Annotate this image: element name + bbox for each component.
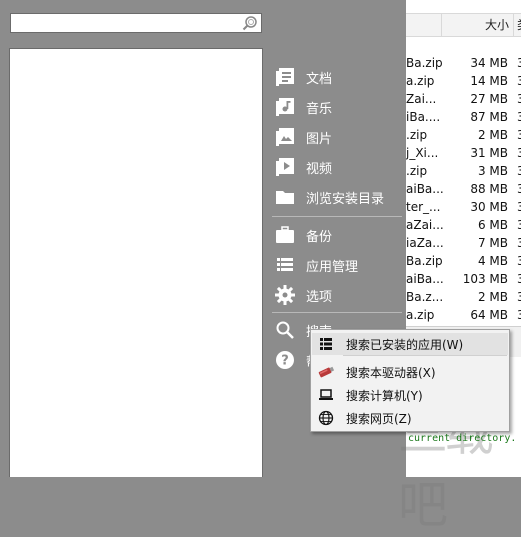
menu-label-videos: 视频 [306,161,333,177]
pictures-icon [273,125,297,149]
ctx-label: 搜索本驱动器(X) [346,365,436,380]
ctx-divider [343,355,507,356]
table-row[interactable]: aiBa... 88 MB 3 [406,182,521,200]
briefcase-icon [273,223,297,247]
column-header-type[interactable]: 类 [514,14,521,36]
search-box[interactable] [10,13,262,33]
table-row[interactable]: Zai... 27 MB 3 [406,92,521,110]
table-row[interactable]: iBa.... 87 MB 3 [406,110,521,128]
file-size: 7 MB [477,236,508,250]
menu-item-videos[interactable]: 视频 [270,153,404,181]
table-row[interactable]: iaZa... 7 MB 3 [406,236,521,254]
menu-label-music: 音乐 [306,101,333,117]
table-row[interactable]: ter_... 30 MB 3 [406,200,521,218]
file-size: 34 MB [470,56,508,70]
file-size: 2 MB [477,128,508,142]
file-size: 27 MB [470,92,508,106]
table-row[interactable]: a.zip 14 MB 3 [406,74,521,92]
list-icon [315,337,337,351]
menu-item-app-manager[interactable]: 应用管理 [270,251,404,279]
file-size: 30 MB [470,200,508,214]
laptop-icon [315,388,337,402]
column-header-size[interactable]: 大小 [442,14,514,36]
table-row[interactable]: Ba.z... 2 MB 3 [406,290,521,308]
videos-icon [273,155,297,179]
file-type: 3 [517,290,521,304]
file-type: 3 [517,218,521,232]
file-type: 3 [517,56,521,70]
globe-icon [315,410,337,426]
menu-item-browse-install-dir[interactable]: 浏览安装目录 [270,183,404,211]
file-size: 87 MB [470,110,508,124]
file-size: 88 MB [470,182,508,196]
file-type: 3 [517,92,521,106]
file-type: 3 [517,236,521,250]
gear-icon [273,283,297,307]
search-input[interactable] [14,15,234,31]
search-context-menu: 搜索已安装的应用(W) 搜索本驱动器(X) 搜索计算机(Y) 搜索网页(Z) [310,329,510,432]
table-row[interactable]: aiBa... 103 MB 3 [406,272,521,290]
ctx-item-search-computer[interactable]: 搜索计算机(Y) [312,384,508,406]
menu-item-backup[interactable]: 备份 [270,221,404,249]
file-type: 3 [517,164,521,178]
menu-label-app-manager: 应用管理 [306,259,359,275]
menu-item-documents[interactable]: 文档 [270,63,404,91]
music-icon [273,95,297,119]
file-list-header: 大小 类 [406,13,521,37]
folder-icon [273,185,297,209]
table-row[interactable]: .zip 2 MB 3 [406,128,521,146]
table-row[interactable]: aZai... 6 MB 3 [406,218,521,236]
menu-label-browse-install-dir: 浏览安装目录 [306,191,385,207]
file-size: 4 MB [477,254,508,268]
file-size: 6 MB [477,218,508,232]
menu-label-documents: 文档 [306,71,333,87]
magnifier-icon [273,318,297,342]
file-size: 2 MB [477,290,508,304]
folder-tree-pane[interactable] [9,48,263,477]
terminal-output: current directory. [408,433,517,444]
menu-item-pictures[interactable]: 图片 [270,123,404,151]
table-row[interactable]: j_Xi... 31 MB 3 [406,146,521,164]
table-row[interactable]: Ba.zip 4 MB 3 [406,254,521,272]
ctx-label: 搜索计算机(Y) [346,388,423,403]
menu-divider [272,216,402,217]
search-icon[interactable] [242,15,258,31]
table-row[interactable]: .zip 3 MB 3 [406,164,521,182]
menu-label-pictures: 图片 [306,131,333,147]
file-type: 3 [517,110,521,124]
table-row[interactable]: a.zip 64 MB 3 [406,308,521,326]
file-type: 3 [517,128,521,142]
file-type: 3 [517,308,521,322]
help-icon: ? [273,348,297,372]
file-type: 3 [517,200,521,214]
file-size: 64 MB [470,308,508,322]
file-size: 14 MB [470,74,508,88]
ctx-item-search-web[interactable]: 搜索网页(Z) [312,407,508,429]
ctx-item-search-installed-apps[interactable]: 搜索已安装的应用(W) [312,333,508,355]
documents-icon [273,65,297,89]
menu-label-options: 选项 [306,289,333,305]
menu-divider-2 [272,312,402,313]
file-type: 3 [517,146,521,160]
table-row[interactable]: Ba.zip 34 MB 3 [406,56,521,74]
usb-drive-icon [315,365,337,379]
ctx-label: 搜索网页(Z) [346,411,412,426]
file-type: 3 [517,272,521,286]
file-size: 3 MB [477,164,508,178]
menu-item-music[interactable]: 音乐 [270,93,404,121]
file-type: 3 [517,74,521,88]
list-icon [273,253,297,277]
ctx-label: 搜索已安装的应用(W) [346,337,464,352]
column-header-name[interactable] [406,14,442,36]
file-size: 103 MB [462,272,508,286]
menu-item-options[interactable]: 选项 [270,281,404,309]
ctx-item-search-this-drive[interactable]: 搜索本驱动器(X) [312,361,508,383]
file-size: 31 MB [470,146,508,160]
file-type: 3 [517,182,521,196]
svg-text:?: ? [281,354,289,369]
menu-label-backup: 备份 [306,229,333,245]
file-type: 3 [517,254,521,268]
